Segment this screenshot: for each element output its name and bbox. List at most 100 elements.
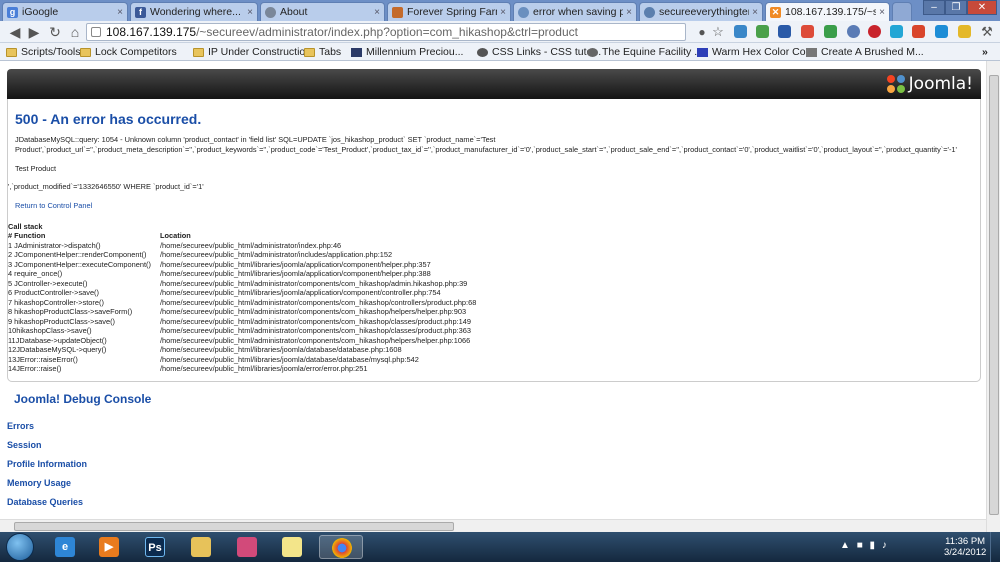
table-row: 8 hikashopProductClass->saveForm()/home/… bbox=[8, 307, 467, 316]
taskbar-internet-explorer[interactable]: e bbox=[48, 535, 82, 559]
bookmark-ip-under-construction[interactable]: IP Under Construction bbox=[193, 45, 311, 59]
bookmark-tabs[interactable]: Tabs bbox=[304, 45, 341, 59]
extension-icon[interactable] bbox=[756, 25, 769, 38]
taskbar-chrome[interactable] bbox=[319, 535, 363, 559]
table-row: 14JError::raise()/home/secureev/public_h… bbox=[8, 364, 368, 373]
tab-label: iGoogle bbox=[22, 6, 59, 18]
page-info-icon bbox=[91, 27, 101, 37]
chrome-icon bbox=[332, 538, 352, 558]
tab-wondering[interactable]: f Wondering where... × bbox=[130, 2, 258, 21]
photoshop-icon: Ps bbox=[145, 537, 165, 557]
taskbar-media-player[interactable]: ▶ bbox=[92, 535, 126, 559]
horizontal-scrollbar[interactable] bbox=[0, 519, 986, 532]
folder-icon bbox=[80, 47, 91, 57]
extension-icon[interactable] bbox=[824, 25, 837, 38]
site-icon bbox=[477, 47, 488, 57]
debug-link-database-queries[interactable]: Database Queries bbox=[7, 497, 83, 507]
sticky-notes-icon bbox=[282, 537, 302, 557]
close-tab-icon[interactable]: × bbox=[879, 7, 885, 18]
taskbar-paint[interactable] bbox=[230, 535, 264, 559]
extension-icon[interactable] bbox=[958, 25, 971, 38]
extension-icon[interactable] bbox=[778, 25, 791, 38]
bookmark-label: Millennium Preciou... bbox=[366, 46, 464, 58]
minimize-icon[interactable]: – bbox=[923, 0, 945, 15]
show-desktop-button[interactable] bbox=[990, 532, 1000, 562]
tab-about[interactable]: About × bbox=[260, 2, 385, 21]
extension-icon[interactable] bbox=[734, 25, 747, 38]
extension-icon[interactable] bbox=[912, 25, 925, 38]
globe-favicon-icon bbox=[644, 6, 655, 18]
taskbar-explorer[interactable] bbox=[184, 535, 218, 559]
forward-icon[interactable]: ▶ bbox=[25, 23, 43, 41]
facebook-favicon-icon: f bbox=[135, 6, 146, 18]
tab-forever-spring-farm[interactable]: Forever Spring Farm - A × bbox=[387, 2, 511, 21]
debug-link-errors[interactable]: Errors bbox=[7, 421, 34, 431]
new-tab-button[interactable] bbox=[892, 2, 912, 21]
table-row: 10hikashopClass->save()/home/secureev/pu… bbox=[8, 326, 471, 335]
tab-label: secureeverythingtemp bbox=[659, 6, 749, 18]
system-tray: ▲ ■ ▮ ♪ bbox=[840, 540, 887, 551]
bookmark-label: The Equine Facility ... bbox=[602, 46, 703, 58]
table-row: 2 JComponentHelper::renderComponent()/ho… bbox=[8, 250, 393, 259]
home-icon[interactable]: ⌂ bbox=[66, 23, 84, 41]
close-tab-icon[interactable]: × bbox=[626, 7, 632, 18]
bookmark-equine-facility[interactable]: The Equine Facility ... bbox=[587, 45, 703, 59]
bookmark-scripts-tools[interactable]: Scripts/Tools bbox=[6, 45, 81, 59]
tab-label: Forever Spring Farm - A bbox=[407, 6, 497, 18]
close-tab-icon[interactable]: × bbox=[374, 7, 380, 18]
pinterest-icon[interactable] bbox=[868, 25, 881, 38]
clock[interactable]: 11:36 PM 3/24/2012 bbox=[944, 536, 986, 558]
close-window-icon[interactable]: ✕ bbox=[967, 0, 997, 15]
network-icon[interactable]: ▮ bbox=[870, 540, 876, 551]
joomla-header: Joomla! bbox=[7, 69, 981, 99]
tab-secureeverything[interactable]: secureeverythingtemp × bbox=[639, 2, 763, 21]
tab-error-saving[interactable]: error when saving prod × bbox=[513, 2, 637, 21]
debug-link-profile-information[interactable]: Profile Information bbox=[7, 459, 87, 469]
bookmark-warm-hex-color[interactable]: Warm Hex Color Co... bbox=[697, 45, 814, 59]
bookmark-css-links[interactable]: CSS Links - CSS tuto... bbox=[477, 45, 601, 59]
back-icon[interactable]: ◀ bbox=[6, 23, 24, 41]
folder-icon bbox=[6, 47, 17, 57]
file-explorer-icon bbox=[191, 537, 211, 557]
internet-explorer-icon: e bbox=[55, 537, 75, 557]
close-tab-icon[interactable]: × bbox=[752, 7, 758, 18]
extension-icon[interactable] bbox=[935, 25, 948, 38]
media-player-icon: ▶ bbox=[99, 537, 119, 557]
vertical-scrollbar[interactable] bbox=[986, 61, 1000, 532]
bookmark-millennium[interactable]: Millennium Preciou... bbox=[351, 45, 463, 59]
reload-icon[interactable]: ↻ bbox=[46, 23, 64, 41]
scrollbar-thumb[interactable] bbox=[14, 522, 454, 531]
notifications-icon[interactable]: ▲ bbox=[840, 540, 850, 551]
joomla-logo-icon bbox=[886, 75, 905, 93]
taskbar-photoshop[interactable]: Ps bbox=[138, 535, 172, 559]
extension-icon[interactable] bbox=[847, 25, 860, 38]
page-viewport: Joomla! 500 - An error has occurred. JDa… bbox=[0, 61, 1000, 532]
taskbar-notes[interactable] bbox=[275, 535, 309, 559]
bookmark-brushed-metal[interactable]: Create A Brushed M... bbox=[806, 45, 924, 59]
tab-label: error when saving prod bbox=[533, 6, 623, 18]
folder-icon bbox=[304, 47, 315, 57]
tab-active-joomla[interactable]: ✕ 108.167.139.175/~secur × bbox=[765, 2, 890, 21]
google-plus-icon[interactable] bbox=[801, 25, 814, 38]
start-button[interactable] bbox=[6, 533, 34, 561]
star-icon[interactable]: ☆ bbox=[709, 23, 727, 41]
close-tab-icon[interactable]: × bbox=[247, 7, 253, 18]
scrollbar-thumb[interactable] bbox=[989, 75, 999, 515]
address-bar[interactable]: 108.167.139.175/~secureev/administrator/… bbox=[86, 23, 686, 41]
close-tab-icon[interactable]: × bbox=[500, 7, 506, 18]
debug-link-memory-usage[interactable]: Memory Usage bbox=[7, 478, 71, 488]
printer-icon[interactable]: ■ bbox=[857, 540, 863, 551]
tab-igoogle[interactable]: g iGoogle × bbox=[2, 2, 128, 21]
restore-icon[interactable]: ❐ bbox=[945, 0, 967, 15]
bookmark-lock-competitors[interactable]: Lock Competitors bbox=[80, 45, 177, 59]
debug-link-session[interactable]: Session bbox=[7, 440, 42, 450]
close-tab-icon[interactable]: × bbox=[117, 7, 123, 18]
return-to-control-panel-link[interactable]: Return to Control Panel bbox=[15, 201, 92, 210]
wrench-menu-icon[interactable]: ⚒ bbox=[978, 23, 996, 41]
tab-label: About bbox=[280, 6, 308, 18]
more-bookmarks-icon[interactable]: » bbox=[982, 45, 988, 59]
url-path: /~secureev/administrator/index.php?optio… bbox=[196, 25, 578, 39]
skype-icon[interactable] bbox=[890, 25, 903, 38]
error-message-line: ',`product_modified`='1332646550' WHERE … bbox=[8, 182, 204, 191]
volume-icon[interactable]: ♪ bbox=[882, 540, 887, 551]
